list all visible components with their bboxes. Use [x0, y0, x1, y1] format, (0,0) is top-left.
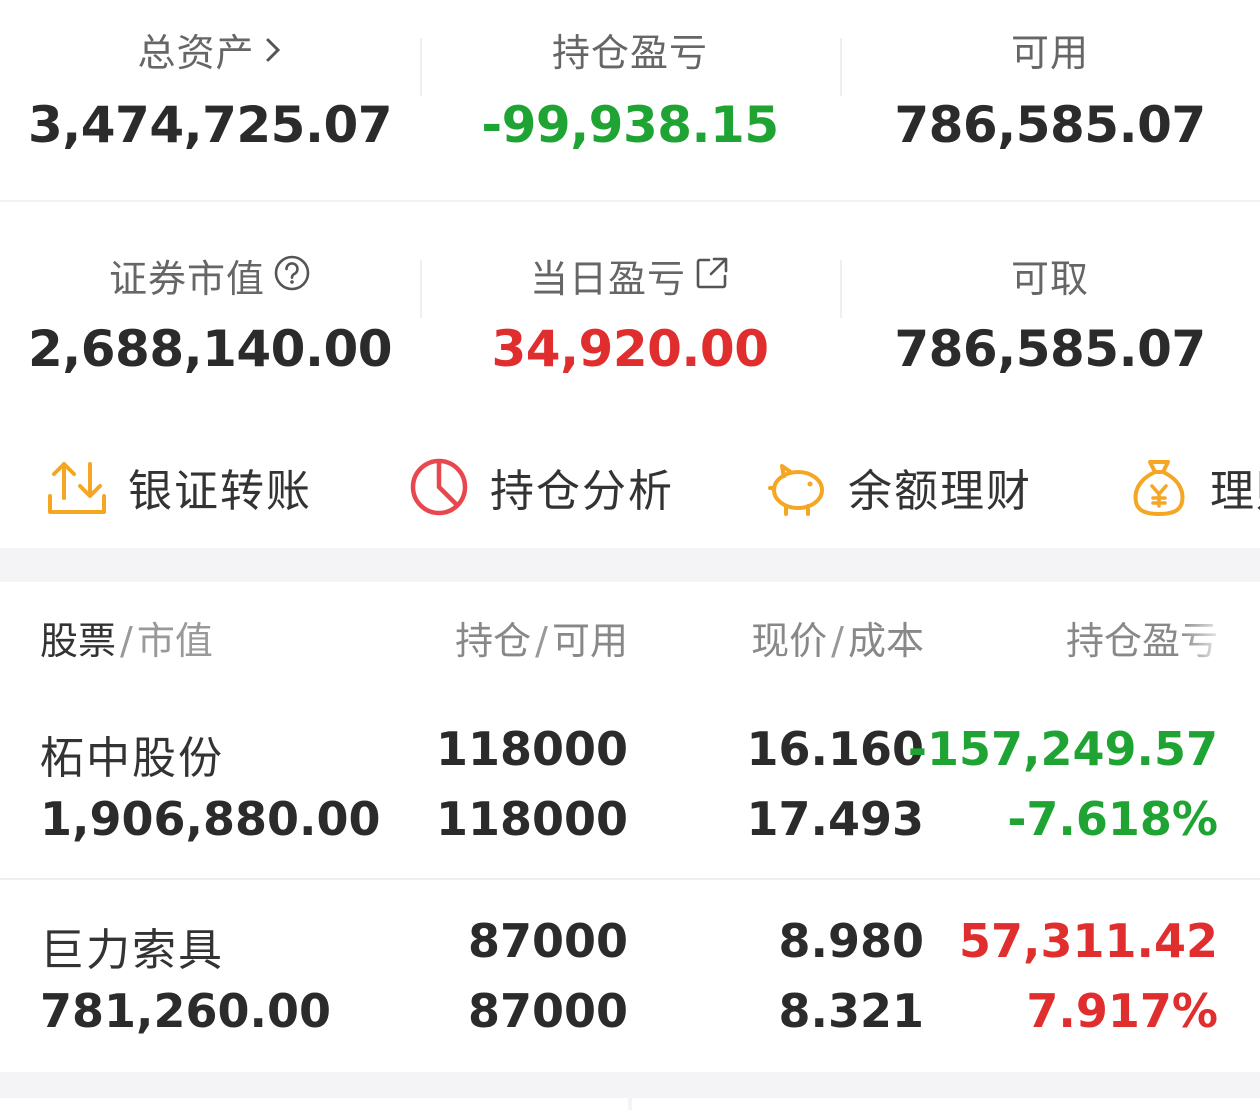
stock-cost: 17.493	[746, 792, 924, 846]
position-analysis-label: 持仓分析	[490, 466, 674, 517]
stock-pnl: 57,311.42	[959, 914, 1218, 968]
market-value-label: 证券市值	[0, 248, 420, 305]
stock-market-value: 781,260.00	[40, 984, 332, 1038]
footer-tab-left[interactable]	[0, 1098, 628, 1110]
stock-pnl-pct: -7.618%	[1007, 792, 1218, 846]
total-assets-cell[interactable]: 总资产 3,474,725.07	[0, 0, 420, 200]
stock-available: 87000	[467, 984, 628, 1038]
available-value: 786,585.07	[894, 96, 1206, 154]
stock-available: 118000	[435, 792, 628, 846]
withdrawable-cell: 可取 786,585.07	[840, 200, 1260, 420]
chevron-right-icon	[263, 30, 283, 74]
market-value-cell: 证券市值 2,688,140.00	[0, 200, 420, 420]
footer-tab-right[interactable]	[632, 1098, 1260, 1110]
stock-name: 柘中股份	[40, 733, 224, 784]
section-gap	[0, 548, 1260, 582]
transfer-icon	[48, 462, 106, 514]
balance-finance-button[interactable]: 余额理财	[766, 452, 1032, 522]
market-value-value: 2,688,140.00	[27, 320, 393, 378]
stock-pnl-pct: 7.917%	[1026, 984, 1218, 1038]
table-row[interactable]: 柘中股份 1,906,880.00 118000 118000 16.160 1…	[0, 700, 1260, 880]
stock-name: 巨力索具	[40, 925, 224, 976]
stock-position: 118000	[435, 722, 628, 776]
stock-price: 16.160	[746, 722, 924, 776]
position-pnl-value: -99,938.15	[481, 96, 779, 154]
bank-transfer-button[interactable]: 银证转账	[46, 452, 312, 522]
table-row[interactable]: 巨力索具 781,260.00 87000 87000 8.980 8.321 …	[0, 880, 1260, 1070]
col-stock-marketvalue[interactable]: 股票 / 市值	[40, 610, 213, 665]
total-assets-value: 3,474,725.07	[27, 96, 393, 154]
stock-pnl: -157,249.57	[907, 722, 1218, 776]
bank-transfer-label: 银证转账	[128, 466, 312, 517]
stock-position: 87000	[467, 914, 628, 968]
stock-price: 8.980	[778, 914, 924, 968]
piggy-bank-icon	[768, 464, 824, 516]
pie-chart-icon	[410, 458, 468, 516]
daily-pnl-value: 34,920.00	[491, 320, 769, 378]
balance-finance-label: 余额理财	[848, 466, 1032, 517]
withdrawable-value: 786,585.07	[894, 320, 1206, 378]
col-price-cost[interactable]: 现价 / 成本	[751, 610, 924, 665]
account-summary-row-1: 总资产 3,474,725.07 持仓盈亏 -99,938.15 可用 786,…	[0, 0, 1260, 202]
account-summary-row-2: 证券市值 2,688,140.00 当日盈亏 34,920.00 可取 786,…	[0, 200, 1260, 420]
footer-strip	[0, 1072, 1260, 1110]
wealth-management-label: 理财	[1210, 466, 1260, 517]
position-pnl-cell: 持仓盈亏 -99,938.15	[420, 0, 840, 200]
help-circle-icon[interactable]	[273, 254, 311, 301]
quick-actions-bar: 银证转账 持仓分析 余额理财 理财	[0, 430, 1260, 548]
daily-pnl-label: 当日盈亏	[420, 248, 840, 304]
holdings-table-header: 股票 / 市值 持仓 / 可用 现价 / 成本 持仓盈亏	[0, 582, 1260, 692]
total-assets-label: 总资产	[0, 22, 420, 78]
external-link-icon[interactable]	[694, 255, 730, 300]
position-pnl-label: 持仓盈亏	[551, 31, 708, 75]
stock-cost: 8.321	[778, 984, 924, 1038]
position-analysis-button[interactable]: 持仓分析	[408, 452, 674, 522]
col-position-available[interactable]: 持仓 / 可用	[455, 610, 628, 665]
withdrawable-label: 可取	[1010, 257, 1089, 301]
available-label: 可用	[1010, 31, 1089, 75]
col-position-pnl[interactable]: 持仓盈亏	[1066, 610, 1218, 665]
daily-pnl-cell[interactable]: 当日盈亏 34,920.00	[420, 200, 840, 420]
wealth-management-button[interactable]: 理财	[1128, 452, 1260, 522]
stock-market-value: 1,906,880.00	[40, 792, 381, 846]
money-bag-icon	[1133, 460, 1185, 516]
available-cell: 可用 786,585.07	[840, 0, 1260, 200]
